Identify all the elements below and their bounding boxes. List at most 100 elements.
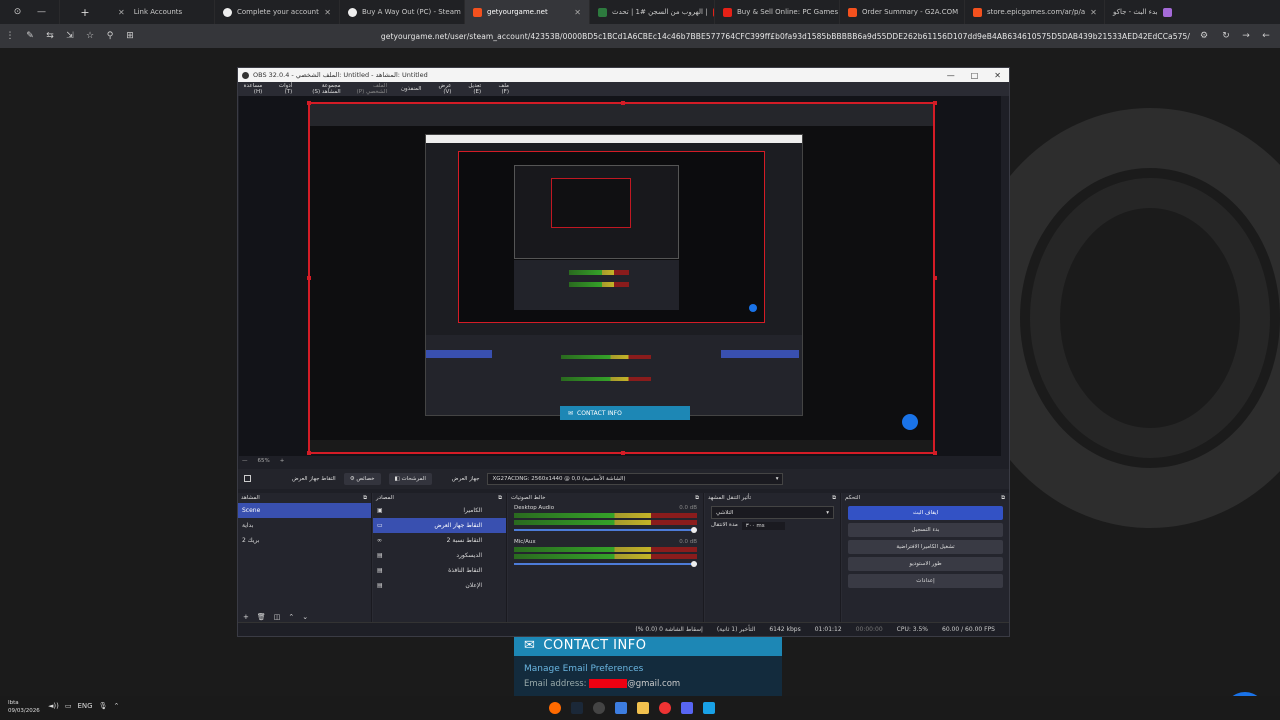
windows-icon[interactable] [703, 702, 715, 714]
install-icon[interactable]: ⊞ [120, 31, 140, 41]
zoom-icon[interactable]: ⚲ [100, 31, 120, 41]
stream-delay: التأخير (1 ثانية) [716, 626, 756, 633]
close-icon[interactable]: ✕ [118, 8, 125, 17]
firefox-icon[interactable] [549, 702, 561, 714]
g-logo-icon [973, 7, 982, 17]
back-icon[interactable]: → [1236, 31, 1256, 41]
tab-prison-escape[interactable]: الهروب من السجن #1 | تحدث | [590, 0, 715, 24]
close-icon[interactable]: ✕ [574, 8, 581, 17]
nested-docks [514, 260, 679, 310]
start-recording-button[interactable]: بدء التسجيل [848, 523, 1003, 537]
tab-g2a[interactable]: Order Summary - G2A.COM [840, 0, 965, 24]
menu-help[interactable]: مساعدة (H) [242, 83, 263, 95]
tab-complete-account[interactable]: Complete your account ✕ [215, 0, 340, 24]
source-item-1[interactable]: ▣ الكاميرا [373, 503, 506, 518]
new-tab-icon[interactable]: + [60, 6, 110, 19]
manage-email-link[interactable]: Manage Email Preferences [514, 656, 782, 676]
move-down-icon[interactable]: ⌄ [302, 613, 308, 621]
translate-icon[interactable]: ⇆ [40, 31, 60, 41]
menu-file[interactable]: ملف (F) [495, 83, 509, 95]
virtual-camera-button[interactable]: تشغيل الكاميرا الافتراضية [848, 540, 1003, 554]
tab-minimize-icon[interactable]: — [32, 7, 51, 17]
forward-icon[interactable]: ← [1256, 31, 1276, 41]
bookmark-icon[interactable]: ☆ [80, 31, 100, 41]
studio-mode-button[interactable]: طور الاستوديو [848, 557, 1003, 571]
tab-buy-sell[interactable]: Buy & Sell Online: PC Games [715, 0, 840, 24]
preview-chat-icon [902, 414, 918, 430]
share-icon[interactable]: ⇲ [60, 31, 80, 41]
undock-icon[interactable]: ⧉ [832, 495, 836, 502]
scene-item-1[interactable]: Scene [238, 503, 371, 518]
controls-dock-title: التحكم ⧉ [845, 494, 1005, 502]
add-scene-icon[interactable]: + [243, 613, 249, 621]
menu-view[interactable]: عرض (V) [435, 83, 451, 95]
taskbar [0, 696, 1280, 720]
nested-capture-3 [551, 178, 631, 228]
filters-button[interactable]: ◧ المرشحات [388, 473, 432, 485]
url-input[interactable]: getyourgame.net/user/steam_account/42353… [381, 32, 1190, 41]
scene-filters-icon[interactable]: ◫ [274, 613, 281, 621]
close-icon[interactable]: ✕ [994, 71, 1001, 80]
tray-datetime[interactable]: Ibta 09/03/2026 [8, 699, 40, 715]
steam-icon[interactable] [571, 702, 583, 714]
scene-item-2[interactable]: بداية [238, 518, 371, 533]
menu-edit[interactable]: تعديل (E) [465, 83, 481, 95]
display-capture-preview[interactable]: ✉ CONTACT INFO [308, 102, 935, 454]
zoom-out-icon[interactable]: — [242, 458, 248, 464]
remove-scene-icon[interactable]: 🗑 [257, 613, 266, 621]
menu-scene-collection[interactable]: مجموعة المشاهد (S) [306, 83, 340, 95]
chevron-up-icon[interactable]: ⌃ [113, 702, 119, 710]
edge-icon[interactable] [615, 702, 627, 714]
volume-icon[interactable]: ◄)) [48, 702, 59, 710]
undock-icon[interactable]: ⧉ [1001, 495, 1005, 502]
desktop-volume-slider[interactable] [514, 527, 697, 533]
chrome-icon[interactable] [659, 702, 671, 714]
source-icon [244, 475, 251, 482]
reload-icon[interactable]: ↻ [1216, 31, 1236, 41]
move-up-icon[interactable]: ⌃ [288, 613, 294, 621]
source-item-4[interactable]: ▤ الديسكورد [373, 548, 506, 563]
source-item-2[interactable]: ▭ التقاط جهاز العرض [373, 518, 506, 533]
menu-docks[interactable]: المنفذون [401, 86, 421, 92]
source-item-3[interactable]: ∞ التقاط نسبة 2 [373, 533, 506, 548]
transition-select[interactable]: التلاشي ▾ [711, 506, 834, 519]
tune-icon[interactable]: ⚙ [1194, 31, 1214, 41]
maximize-icon[interactable]: □ [971, 71, 979, 80]
tab-0[interactable]: ⊙ — [0, 0, 60, 24]
g-logo-icon [473, 7, 482, 17]
zoom-in-icon[interactable]: + [280, 458, 285, 464]
mic-volume-slider[interactable] [514, 561, 697, 567]
display-select[interactable]: XG27ACDNG: 2560x1440 @ 0,0 (الشاشة الأسا… [487, 473, 784, 485]
undock-icon[interactable]: ⧉ [363, 495, 367, 502]
tab-jako[interactable]: بدء البث - جاكو [1105, 0, 1210, 24]
source-item-6[interactable]: ▤ الإعلان [373, 578, 506, 593]
tab-getyourgame[interactable]: getyourgame.net ✕ [465, 0, 590, 24]
undock-icon[interactable]: ⧉ [695, 495, 699, 502]
language-indicator[interactable]: ENG [77, 702, 92, 710]
mic-icon[interactable]: 🎙 [99, 702, 108, 710]
tab-link-accounts[interactable]: ✕ Link Accounts [110, 0, 215, 24]
close-icon[interactable]: ✕ [324, 8, 331, 17]
properties-button[interactable]: ⚙ خصائص [343, 473, 381, 485]
network-icon[interactable]: ▭ [65, 702, 72, 710]
extension-icon[interactable]: ✎ [20, 31, 40, 41]
close-icon[interactable]: ✕ [1090, 8, 1097, 17]
menu-profile[interactable]: الملف الشخصي (P) [355, 83, 387, 95]
tab-epic[interactable]: store.epicgames.com/ar/p/a ✕ [965, 0, 1105, 24]
duration-input[interactable]: ٣٠٠ ms [741, 522, 785, 530]
settings-button[interactable]: إعدادات [848, 574, 1003, 588]
folder-icon[interactable] [637, 702, 649, 714]
tab-back-icon[interactable]: ⊙ [8, 7, 27, 17]
menu-tools[interactable]: أدوات (T) [276, 83, 292, 95]
discord-icon[interactable] [681, 702, 693, 714]
obs-titlebar: OBS 32.0.4 - الملف الشخصي: Untitled - ال… [238, 68, 1009, 82]
obs-icon[interactable] [593, 702, 605, 714]
minimize-icon[interactable]: — [947, 71, 955, 80]
tab-steam-buy[interactable]: Buy A Way Out (PC) - Steam [340, 0, 465, 24]
stop-streaming-button[interactable]: ايقاف البث [848, 506, 1003, 520]
source-item-5[interactable]: ▤ التقاط النافذة [373, 563, 506, 578]
obs-preview[interactable]: ✉ CONTACT INFO [239, 96, 1001, 456]
scene-item-3[interactable]: بريك 2 [238, 533, 371, 548]
undock-icon[interactable]: ⧉ [498, 495, 502, 502]
menu-icon[interactable]: ⋮ [0, 31, 20, 41]
